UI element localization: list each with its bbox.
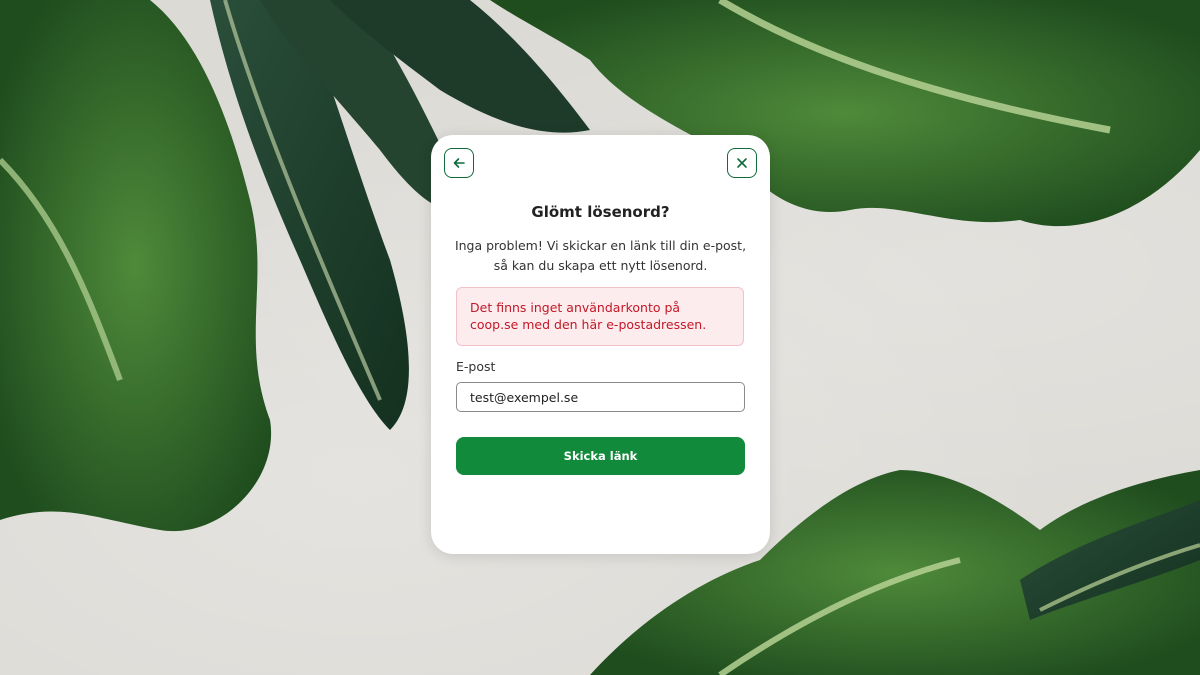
email-label: E-post <box>456 359 496 374</box>
dialog-title: Glömt lösenord? <box>531 203 670 221</box>
dialog-description: Inga problem! Vi skickar en länk till di… <box>454 238 747 273</box>
forgot-password-dialog: Glömt lösenord? Inga problem! Vi skickar… <box>431 135 770 554</box>
send-link-button[interactable]: Skicka länk <box>456 437 745 475</box>
error-alert: Det finns inget användarkonto på coop.se… <box>456 287 744 346</box>
close-icon <box>737 158 747 168</box>
arrow-left-icon <box>453 158 465 168</box>
back-button[interactable] <box>444 148 474 178</box>
email-field[interactable] <box>456 382 745 412</box>
close-button[interactable] <box>727 148 757 178</box>
